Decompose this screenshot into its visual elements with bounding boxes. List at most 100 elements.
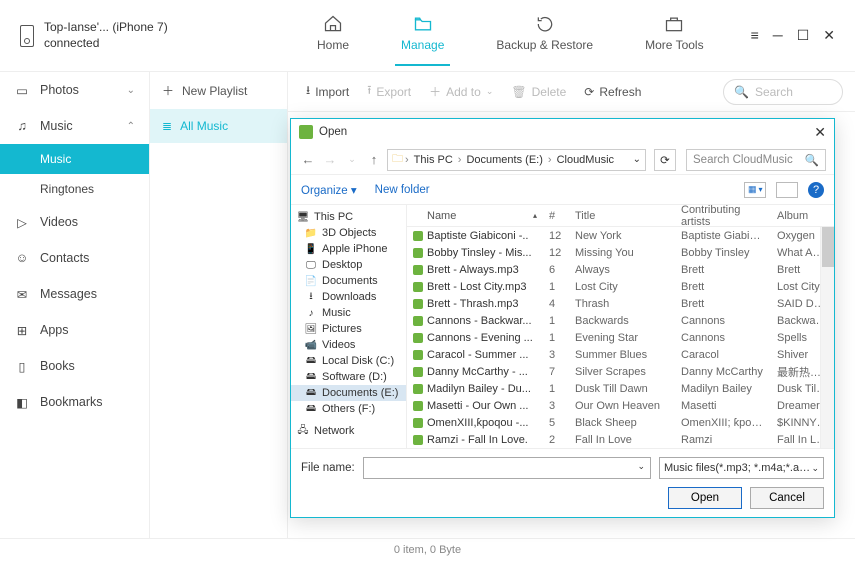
import-button[interactable]: ⭳Import bbox=[300, 77, 355, 106]
tree-item[interactable]: 🖼Pictures bbox=[291, 321, 406, 337]
sidebar-item-contacts[interactable]: ☺Contacts bbox=[0, 240, 149, 276]
tab-home[interactable]: Home bbox=[311, 6, 355, 66]
cancel-button[interactable]: Cancel bbox=[750, 487, 824, 509]
search-icon: 🔍 bbox=[805, 153, 819, 167]
all-music-item[interactable]: ≣All Music bbox=[150, 109, 287, 143]
file-row[interactable]: Cannons - Evening ...1Evening StarCannon… bbox=[407, 329, 834, 346]
help-icon[interactable]: ? bbox=[808, 182, 824, 198]
tree-item[interactable]: 🖥This PC bbox=[291, 209, 406, 225]
addto-button[interactable]: ＋Add to⌄ bbox=[423, 79, 499, 104]
sidebar-sub-music[interactable]: Music bbox=[0, 144, 149, 174]
filename-input[interactable] bbox=[363, 457, 651, 479]
scrollbar[interactable] bbox=[820, 227, 834, 448]
file-filter-select[interactable]: Music files(*.mp3; *.m4a;*.aac;*⌄ bbox=[659, 457, 824, 479]
import-icon: ⭳ bbox=[306, 81, 310, 102]
col-name[interactable]: Name▴ bbox=[407, 210, 543, 222]
chevron-up-icon: ⌃ bbox=[127, 121, 135, 132]
tree-item[interactable]: 🖴Documents (E:) bbox=[291, 385, 406, 401]
music-file-icon bbox=[413, 316, 423, 326]
sidebar-item-apps[interactable]: ⊞Apps bbox=[0, 312, 149, 348]
close-icon[interactable]: ✕ bbox=[823, 27, 835, 44]
chevron-down-icon[interactable]: ⌄ bbox=[637, 461, 645, 472]
tree-item[interactable]: 🖴Local Disk (C:) bbox=[291, 353, 406, 369]
file-row[interactable]: Brett - Lost City.mp31Lost CityBrettLost… bbox=[407, 278, 834, 295]
col-track[interactable]: # bbox=[543, 210, 569, 222]
maximize-icon[interactable]: ☐ bbox=[797, 27, 810, 44]
sidebar-item-bookmarks[interactable]: ◧Bookmarks bbox=[0, 384, 149, 420]
sidebar-item-videos[interactable]: ▷Videos bbox=[0, 204, 149, 240]
file-row[interactable]: Madilyn Bailey - Du...1Dusk Till DawnMad… bbox=[407, 380, 834, 397]
tree-item[interactable]: ⭳Downloads bbox=[291, 289, 406, 305]
disk-icon: 🖴 bbox=[305, 387, 317, 399]
sidebar-sub-ringtones[interactable]: Ringtones bbox=[0, 174, 149, 204]
nav-history-icon[interactable]: ⌄ bbox=[343, 154, 361, 165]
delete-button[interactable]: 🗑Delete bbox=[505, 81, 572, 103]
col-album[interactable]: Album bbox=[771, 210, 834, 222]
file-row[interactable]: Danny McCarthy - ...7Silver ScrapesDanny… bbox=[407, 363, 834, 380]
minimize-icon[interactable]: ─ bbox=[773, 27, 783, 44]
file-row[interactable]: Brett - Thrash.mp34ThrashBrettSAID DEEP … bbox=[407, 295, 834, 312]
sidebar-item-messages[interactable]: ✉Messages bbox=[0, 276, 149, 312]
tree-item[interactable]: 📱Apple iPhone bbox=[291, 241, 406, 257]
apps-icon: ⊞ bbox=[14, 322, 30, 338]
col-title[interactable]: Title bbox=[569, 210, 675, 222]
nav-back-icon[interactable]: ← bbox=[299, 152, 317, 167]
nav-forward-icon[interactable]: → bbox=[321, 152, 339, 167]
sidebar-item-books[interactable]: ▯Books bbox=[0, 348, 149, 384]
tree-item[interactable]: 🖧Network bbox=[291, 423, 406, 439]
search-input[interactable]: 🔍Search bbox=[723, 79, 843, 105]
export-icon: ⭱ bbox=[367, 81, 371, 102]
phone-icon: 📱 bbox=[305, 243, 317, 255]
tree-item[interactable]: 🖴Software (D:) bbox=[291, 369, 406, 385]
music-file-icon bbox=[413, 231, 423, 241]
file-row[interactable]: Ramzi - Fall In Love.2Fall In LoveRamziF… bbox=[407, 431, 834, 448]
col-artist[interactable]: Contributing artists bbox=[675, 205, 771, 228]
tree-item[interactable]: 📁3D Objects bbox=[291, 225, 406, 241]
file-row[interactable]: Cannons - Backwar...1BackwardsCannonsBac… bbox=[407, 312, 834, 329]
new-folder-button[interactable]: New folder bbox=[375, 184, 430, 196]
tree-item[interactable]: 🖵Desktop bbox=[291, 257, 406, 273]
plus-icon: ＋ bbox=[429, 83, 441, 100]
scrollbar-thumb[interactable] bbox=[822, 227, 834, 267]
tab-backup[interactable]: Backup & Restore bbox=[490, 6, 599, 66]
trash-icon: 🗑 bbox=[511, 85, 526, 99]
music-file-icon bbox=[413, 401, 423, 411]
open-button[interactable]: Open bbox=[668, 487, 742, 509]
music-file-icon bbox=[413, 418, 423, 428]
file-row[interactable]: Brett - Always.mp36AlwaysBrettBrett bbox=[407, 261, 834, 278]
view-mode-button[interactable]: ▦▾ bbox=[744, 182, 766, 198]
menu-icon[interactable]: ≡ bbox=[751, 27, 759, 44]
file-row[interactable]: Caracol - Summer ...3Summer BluesCaracol… bbox=[407, 346, 834, 363]
tree-item[interactable]: 📹Videos bbox=[291, 337, 406, 353]
address-bar[interactable]: 🗀 › This PC› Documents (E:)› CloudMusic … bbox=[387, 149, 646, 171]
chevron-down-icon[interactable]: ⌄ bbox=[633, 154, 641, 165]
message-icon: ✉ bbox=[14, 286, 30, 302]
sidebar-item-music[interactable]: ♫Music⌃ bbox=[0, 108, 149, 144]
music-file-icon bbox=[413, 265, 423, 275]
file-row[interactable]: OmenXIII,ƙpoqou -...5Black SheepOmenXIII… bbox=[407, 414, 834, 431]
tree-item[interactable]: 🖴Others (F:) bbox=[291, 401, 406, 417]
address-refresh-icon[interactable]: ⟳ bbox=[654, 149, 676, 171]
music-file-icon bbox=[413, 367, 423, 377]
tab-more[interactable]: More Tools bbox=[639, 6, 709, 66]
device-name: Top-Ianse'... (iPhone 7) bbox=[44, 20, 168, 36]
file-row[interactable]: Baptiste Giabiconi -..12New YorkBaptiste… bbox=[407, 227, 834, 244]
file-row[interactable]: Bobby Tinsley - Mis...12Missing YouBobby… bbox=[407, 244, 834, 261]
preview-pane-button[interactable] bbox=[776, 182, 798, 198]
dialog-search-input[interactable]: Search CloudMusic 🔍 bbox=[686, 149, 826, 171]
tab-manage[interactable]: Manage bbox=[395, 6, 450, 66]
tree-item[interactable]: 📄Documents bbox=[291, 273, 406, 289]
sidebar-item-photos[interactable]: ▭Photos⌄ bbox=[0, 72, 149, 108]
export-button[interactable]: ⭱Export bbox=[361, 77, 417, 106]
music-icon: ♪ bbox=[305, 307, 317, 319]
dialog-close-icon[interactable]: ✕ bbox=[814, 124, 826, 141]
filename-label: File name: bbox=[301, 462, 355, 474]
tree-item[interactable]: ♪Music bbox=[291, 305, 406, 321]
nav-up-icon[interactable]: ↑ bbox=[365, 152, 383, 167]
new-playlist-button[interactable]: ＋New Playlist bbox=[150, 72, 287, 109]
refresh-button[interactable]: ⟳Refresh bbox=[578, 81, 647, 103]
device-info: Top-Ianse'... (iPhone 7) connected bbox=[20, 20, 270, 51]
organize-button[interactable]: Organize ▾ bbox=[301, 183, 357, 197]
desktop-icon: 🖵 bbox=[305, 259, 317, 271]
file-row[interactable]: Masetti - Our Own ...3Our Own HeavenMase… bbox=[407, 397, 834, 414]
